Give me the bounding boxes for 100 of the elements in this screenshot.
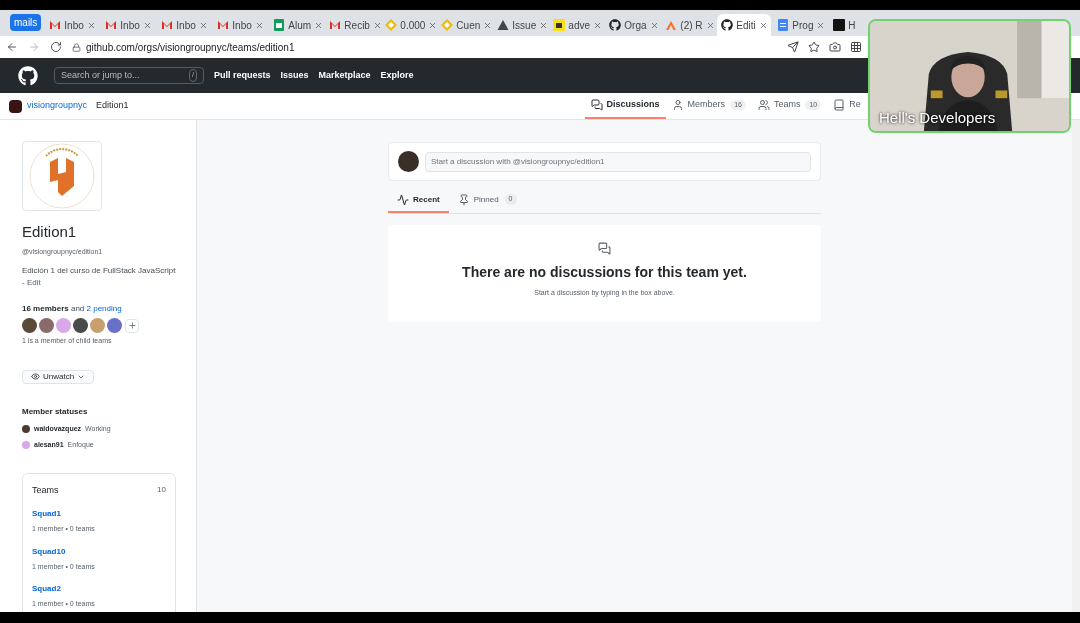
tab-group-label[interactable]: mails xyxy=(10,14,42,31)
close-icon[interactable] xyxy=(428,20,438,30)
tab-title: Inbo xyxy=(120,18,140,33)
back-icon[interactable] xyxy=(6,41,18,53)
member-avatar[interactable] xyxy=(22,318,37,333)
edit-link[interactable]: - Edit xyxy=(22,278,41,287)
person-icon xyxy=(671,99,684,111)
arch-icon xyxy=(665,19,678,31)
nav-label: Members xyxy=(687,98,726,112)
close-icon[interactable] xyxy=(142,20,152,30)
members-summary: 16 members and 2 pending xyxy=(22,303,123,315)
tab-title: Prog xyxy=(792,18,814,33)
nav-label: Discussions xyxy=(606,98,660,112)
mail-icon xyxy=(217,19,230,31)
diamond-icon xyxy=(385,19,398,31)
close-icon[interactable] xyxy=(705,20,715,30)
card-count: 10 xyxy=(157,484,166,497)
nav-label: Re xyxy=(849,98,861,112)
empty-title: There are no discussions for this team yet. xyxy=(462,263,747,282)
warning-icon xyxy=(497,19,510,31)
pulse-icon xyxy=(397,193,409,206)
user-avatar xyxy=(398,151,419,172)
camera-icon[interactable] xyxy=(829,41,841,53)
header-link[interactable]: Explore xyxy=(380,68,414,83)
tab-title: Recib xyxy=(344,18,370,33)
mail-icon xyxy=(105,19,118,31)
url-text: github.com/orgs/visiongroupnyc/teams/edition1 xyxy=(86,40,295,55)
close-icon[interactable] xyxy=(198,20,208,30)
close-icon[interactable] xyxy=(649,20,659,30)
tab-label: Recent xyxy=(413,193,440,206)
discussion-tab[interactable]: Recent xyxy=(388,188,449,213)
close-icon[interactable] xyxy=(86,20,96,30)
close-icon[interactable] xyxy=(254,20,264,30)
search-placeholder: Search or jump to... xyxy=(61,68,140,82)
close-icon[interactable] xyxy=(314,20,324,30)
tab-title: Orga xyxy=(624,18,647,33)
pending-link[interactable]: 2 pending xyxy=(86,304,122,313)
pin-icon xyxy=(457,193,470,206)
header-link[interactable]: Pull requests xyxy=(214,68,271,83)
tab-title: adve xyxy=(568,18,591,33)
tab-title: H xyxy=(848,18,856,33)
discussion-icon xyxy=(590,99,603,111)
tab-title: 0.000 xyxy=(400,18,426,33)
tab-title: Editi xyxy=(736,18,756,33)
tab-title: Inbo xyxy=(64,18,84,33)
diamond-icon xyxy=(441,19,454,31)
tab-title: Inbo xyxy=(176,18,196,33)
nav-tab[interactable]: Re xyxy=(827,93,867,119)
github-icon xyxy=(721,19,734,31)
add-member-button[interactable] xyxy=(125,318,139,333)
close-icon[interactable] xyxy=(758,20,768,30)
tab-title: Issue xyxy=(512,18,537,33)
logo-drawing xyxy=(28,142,96,210)
nav-label: Teams xyxy=(773,98,801,112)
section-title: Member statuses xyxy=(22,405,89,418)
team-link[interactable]: Squad2 xyxy=(32,583,166,595)
tab-title: Alum xyxy=(288,18,312,33)
discussion-input[interactable]: Start a discussion with @visiongroupnyc/edition1 xyxy=(425,151,811,172)
team-crumb: Edition1 xyxy=(96,99,129,113)
header-link[interactable]: Issues xyxy=(280,68,309,83)
github-logo-icon[interactable] xyxy=(18,65,38,86)
js-icon xyxy=(553,19,566,31)
mail-icon xyxy=(49,19,62,31)
tab-title: Inbo xyxy=(232,18,252,33)
plus-icon xyxy=(127,321,137,330)
close-icon[interactable] xyxy=(593,20,603,30)
tab-title: (2) R xyxy=(680,18,703,33)
team-name: Edition1 xyxy=(22,222,78,242)
close-icon[interactable] xyxy=(539,20,549,30)
browser-tab[interactable]: Editi xyxy=(717,14,772,36)
square-icon xyxy=(833,19,846,31)
address-bar[interactable]: github.com/orgs/visiongroupnyc/teams/edition1 xyxy=(72,39,777,55)
close-icon[interactable] xyxy=(816,20,826,30)
reload-icon[interactable] xyxy=(50,41,62,53)
card-title: Teams xyxy=(32,483,59,497)
mail-icon xyxy=(161,19,174,31)
sheet-icon xyxy=(273,19,286,31)
document-icon xyxy=(777,19,790,31)
github-icon xyxy=(609,19,622,31)
tab-label: Pinned xyxy=(473,193,499,206)
member-avatar[interactable] xyxy=(107,318,122,333)
org-link[interactable]: visiongroupnyc xyxy=(27,99,88,113)
member-avatar[interactable] xyxy=(39,318,54,333)
lock-icon xyxy=(72,42,81,52)
header-link[interactable]: Marketplace xyxy=(318,68,371,83)
team-description: Edición 1 del curso de FullStack JavaScript - Edit xyxy=(22,265,176,289)
close-icon[interactable] xyxy=(372,20,382,30)
eye-icon xyxy=(31,372,40,381)
member-avatar[interactable] xyxy=(73,318,88,333)
grid-icon[interactable] xyxy=(850,41,862,53)
team-link[interactable]: Squad10 xyxy=(32,545,166,558)
org-avatar xyxy=(9,99,22,113)
tab-title: Cuen xyxy=(456,18,481,33)
star-icon[interactable] xyxy=(808,41,820,53)
send-icon[interactable] xyxy=(787,41,799,53)
people-icon xyxy=(757,99,770,111)
team-link[interactable]: Squad1 xyxy=(32,508,166,520)
mail-icon xyxy=(329,19,342,31)
close-icon[interactable] xyxy=(483,20,493,30)
unwatch-button[interactable]: Unwatch xyxy=(22,369,95,384)
